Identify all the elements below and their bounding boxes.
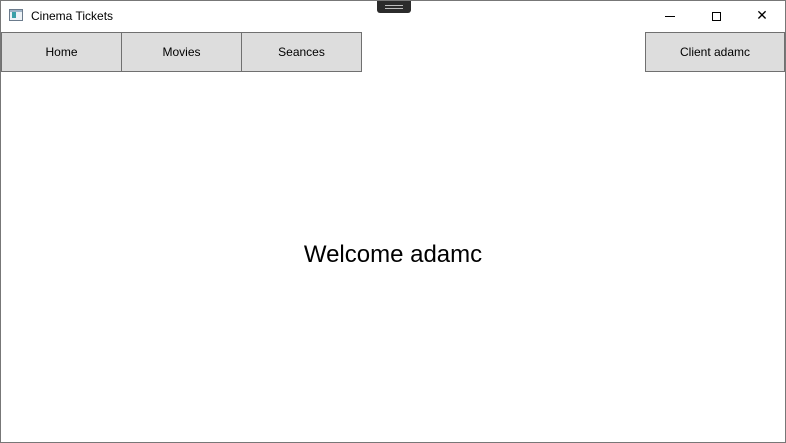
title-bar[interactable]: Cinema Tickets ✕ [1, 1, 785, 32]
app-window: Cinema Tickets ✕ Home Movies Seances Cli… [0, 0, 786, 443]
window-title: Cinema Tickets [31, 9, 114, 23]
movies-button[interactable]: Movies [121, 32, 242, 72]
welcome-message: Welcome adamc [303, 241, 483, 268]
client-account-button[interactable]: Client adamc [645, 32, 785, 72]
seances-button-label: Seances [278, 45, 325, 59]
close-icon: ✕ [756, 8, 768, 24]
movies-button-label: Movies [162, 45, 201, 59]
minimize-button[interactable] [647, 1, 693, 31]
drag-grip-icon[interactable] [377, 1, 411, 13]
client-account-label: Client adamc [679, 45, 751, 59]
maximize-icon [711, 11, 721, 21]
seances-button[interactable]: Seances [241, 32, 362, 72]
minimize-icon [665, 16, 675, 17]
maximize-button[interactable] [693, 1, 739, 31]
home-button[interactable]: Home [1, 32, 122, 72]
app-window-icon[interactable] [9, 9, 23, 21]
home-button-label: Home [45, 45, 78, 59]
close-button[interactable]: ✕ [739, 1, 785, 31]
